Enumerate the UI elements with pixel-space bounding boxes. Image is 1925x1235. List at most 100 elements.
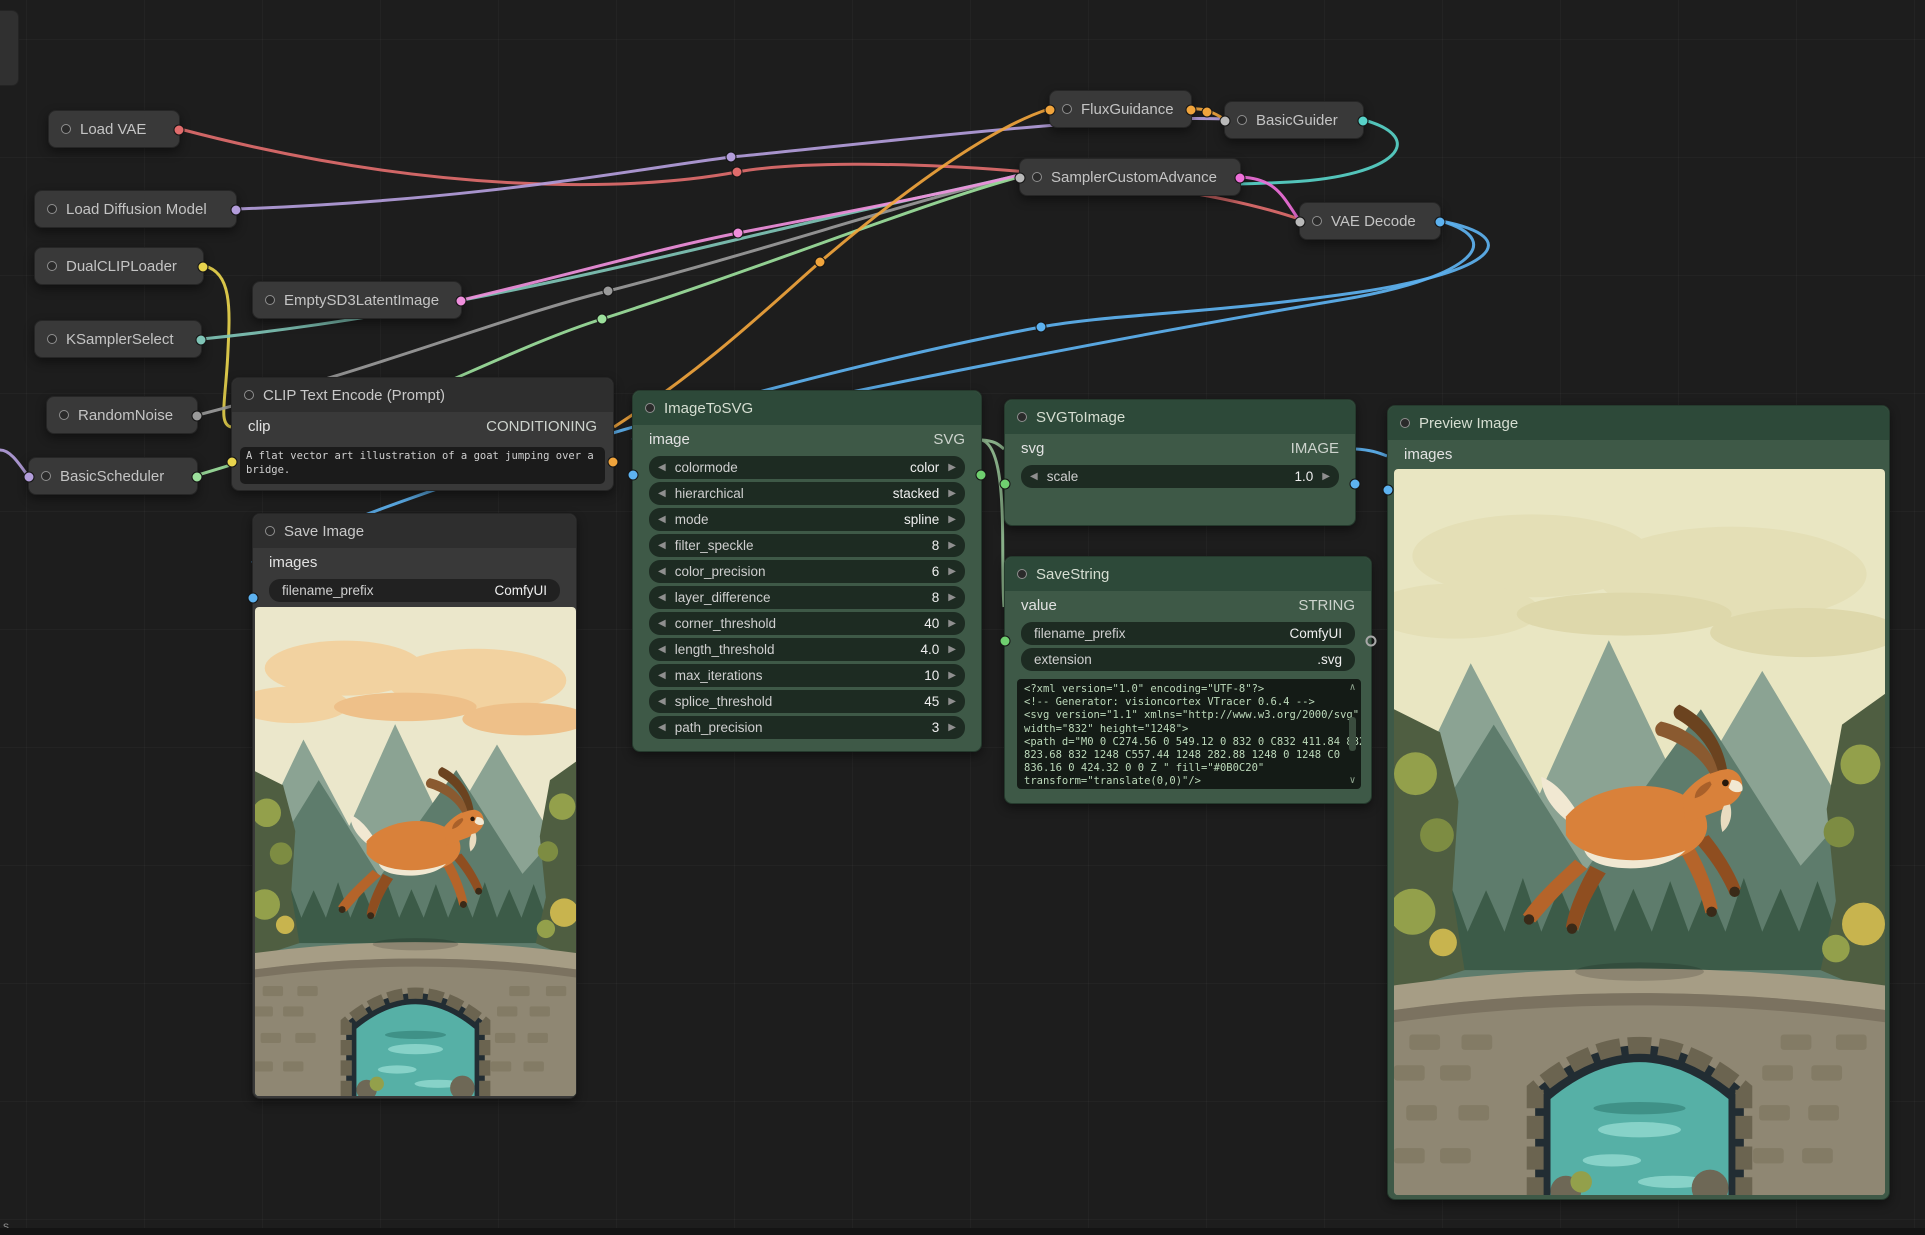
decrement-arrow-icon[interactable]: ◀: [658, 619, 666, 629]
clip-input-port[interactable]: [227, 457, 238, 468]
decrement-arrow-icon[interactable]: ◀: [658, 723, 666, 733]
node-dual-clip-loader[interactable]: DualCLIPLoader: [34, 247, 204, 285]
increment-arrow-icon[interactable]: ▶: [948, 567, 956, 577]
node-clip-text-encode[interactable]: CLIP Text Encode (Prompt) clip CONDITION…: [231, 377, 614, 491]
image-output-port[interactable]: [1350, 479, 1361, 490]
value-input-port[interactable]: [1000, 636, 1011, 647]
collapse-toggle-icon[interactable]: [61, 124, 71, 134]
widget-extension[interactable]: extension .svg: [1021, 648, 1355, 671]
decrement-arrow-icon[interactable]: ◀: [658, 645, 666, 655]
svg-code-textarea[interactable]: <?xml version="1.0" encoding="UTF-8"?> <…: [1017, 679, 1361, 789]
increment-arrow-icon[interactable]: ▶: [948, 671, 956, 681]
node-image-to-svg[interactable]: ImageToSVG image SVG ◀ colormode color ▶…: [632, 390, 982, 752]
images-input-port[interactable]: [248, 593, 259, 604]
model-output-port[interactable]: [231, 205, 242, 216]
sigmas-output-port[interactable]: [192, 472, 203, 483]
image-input-port[interactable]: [628, 470, 639, 481]
collapse-toggle-icon[interactable]: [47, 204, 57, 214]
node-load-vae[interactable]: Load VAE: [48, 110, 180, 148]
scroll-thumb[interactable]: [1349, 717, 1356, 751]
decrement-arrow-icon[interactable]: ◀: [658, 463, 666, 473]
conditioning-output-port[interactable]: [608, 457, 619, 468]
inputs-port[interactable]: [1015, 173, 1026, 184]
output-port[interactable]: [1235, 173, 1246, 184]
collapse-toggle-icon[interactable]: [47, 334, 57, 344]
node-vae-decode[interactable]: VAE Decode: [1299, 202, 1441, 240]
reroute-dot[interactable]: [732, 167, 742, 177]
widget-filename-prefix[interactable]: filename_prefix ComfyUI: [1021, 622, 1355, 645]
conditioning-output-port[interactable]: [1186, 105, 1197, 116]
model-input-port[interactable]: [24, 472, 35, 483]
node-header[interactable]: ImageToSVG: [633, 391, 981, 425]
widget-max-iterations[interactable]: ◀ max_iterations 10 ▶: [649, 664, 965, 687]
node-header[interactable]: SVGToImage: [1005, 400, 1355, 434]
prompt-textarea[interactable]: A flat vector art illustration of a goat…: [240, 447, 605, 484]
increment-arrow-icon[interactable]: ▶: [948, 697, 956, 707]
reroute-dot[interactable]: [1202, 107, 1212, 117]
inputs-port[interactable]: [1220, 116, 1231, 127]
collapse-toggle-icon[interactable]: [1400, 418, 1410, 428]
widget-hierarchical[interactable]: ◀ hierarchical stacked ▶: [649, 482, 965, 505]
node-header[interactable]: SaveString: [1005, 557, 1371, 591]
widget-color-precision[interactable]: ◀ color_precision 6 ▶: [649, 560, 965, 583]
increment-arrow-icon[interactable]: ▶: [948, 541, 956, 551]
decrement-arrow-icon[interactable]: ◀: [658, 593, 666, 603]
string-output-port[interactable]: [1366, 636, 1377, 647]
conditioning-input-port[interactable]: [1045, 105, 1056, 116]
widget-corner-threshold[interactable]: ◀ corner_threshold 40 ▶: [649, 612, 965, 635]
clip-output-port[interactable]: [198, 262, 209, 273]
decrement-arrow-icon[interactable]: ◀: [658, 567, 666, 577]
vae-output-port[interactable]: [174, 125, 185, 136]
collapse-toggle-icon[interactable]: [1237, 115, 1247, 125]
reroute-dot[interactable]: [733, 228, 743, 238]
increment-arrow-icon[interactable]: ▶: [1322, 472, 1330, 482]
increment-arrow-icon[interactable]: ▶: [948, 619, 956, 629]
node-empty-sd3-latent-image[interactable]: EmptySD3LatentImage: [252, 281, 462, 319]
widget-colormode[interactable]: ◀ colormode color ▶: [649, 456, 965, 479]
node-save-image[interactable]: Save Image images filename_prefix ComfyU…: [252, 513, 577, 1099]
node-svg-to-image[interactable]: SVGToImage svg IMAGE ◀ scale 1.0 ▶: [1004, 399, 1356, 526]
widget-filename-prefix[interactable]: filename_prefix ComfyUI: [269, 579, 560, 602]
decrement-arrow-icon[interactable]: ◀: [658, 671, 666, 681]
increment-arrow-icon[interactable]: ▶: [948, 489, 956, 499]
node-ksampler-select[interactable]: KSamplerSelect: [34, 320, 202, 358]
reroute-dot[interactable]: [815, 257, 825, 267]
collapse-toggle-icon[interactable]: [41, 471, 51, 481]
widget-splice-threshold[interactable]: ◀ splice_threshold 45 ▶: [649, 690, 965, 713]
collapse-toggle-icon[interactable]: [1312, 216, 1322, 226]
latent-output-port[interactable]: [456, 296, 467, 307]
node-header[interactable]: CLIP Text Encode (Prompt): [232, 378, 613, 412]
scroll-up-icon[interactable]: ∧: [1349, 681, 1355, 694]
node-header[interactable]: Save Image: [253, 514, 576, 548]
node-basic-guider[interactable]: BasicGuider: [1224, 101, 1364, 139]
node-graph-canvas[interactable]: Load VAE Load Diffusion Model DualCLIPLo…: [0, 0, 1925, 1235]
node-load-diffusion-model[interactable]: Load Diffusion Model: [34, 190, 237, 228]
widget-scale[interactable]: ◀ scale 1.0 ▶: [1021, 465, 1339, 488]
node-preview-image[interactable]: Preview Image images: [1387, 405, 1890, 1200]
collapse-toggle-icon[interactable]: [59, 410, 69, 420]
collapse-toggle-icon[interactable]: [47, 261, 57, 271]
node-save-string[interactable]: SaveString value STRING filename_prefix …: [1004, 556, 1372, 804]
decrement-arrow-icon[interactable]: ◀: [658, 697, 666, 707]
reroute-dot[interactable]: [597, 314, 607, 324]
increment-arrow-icon[interactable]: ▶: [948, 645, 956, 655]
collapse-toggle-icon[interactable]: [265, 526, 275, 536]
svg-input-port[interactable]: [1000, 479, 1011, 490]
reroute-dot[interactable]: [726, 152, 736, 162]
increment-arrow-icon[interactable]: ▶: [948, 723, 956, 733]
sampler-output-port[interactable]: [196, 335, 207, 346]
collapse-toggle-icon[interactable]: [1062, 104, 1072, 114]
increment-arrow-icon[interactable]: ▶: [948, 515, 956, 525]
reroute-dot[interactable]: [603, 286, 613, 296]
widget-mode[interactable]: ◀ mode spline ▶: [649, 508, 965, 531]
decrement-arrow-icon[interactable]: ◀: [1030, 472, 1038, 482]
increment-arrow-icon[interactable]: ▶: [948, 463, 956, 473]
node-basic-scheduler[interactable]: BasicScheduler: [28, 457, 198, 495]
scrollbar[interactable]: ∧ ∨: [1346, 681, 1359, 787]
svg-output-port[interactable]: [976, 470, 987, 481]
collapse-toggle-icon[interactable]: [1017, 569, 1027, 579]
noise-output-port[interactable]: [192, 411, 203, 422]
decrement-arrow-icon[interactable]: ◀: [658, 489, 666, 499]
images-input-port[interactable]: [1383, 485, 1394, 496]
guider-output-port[interactable]: [1358, 116, 1369, 127]
